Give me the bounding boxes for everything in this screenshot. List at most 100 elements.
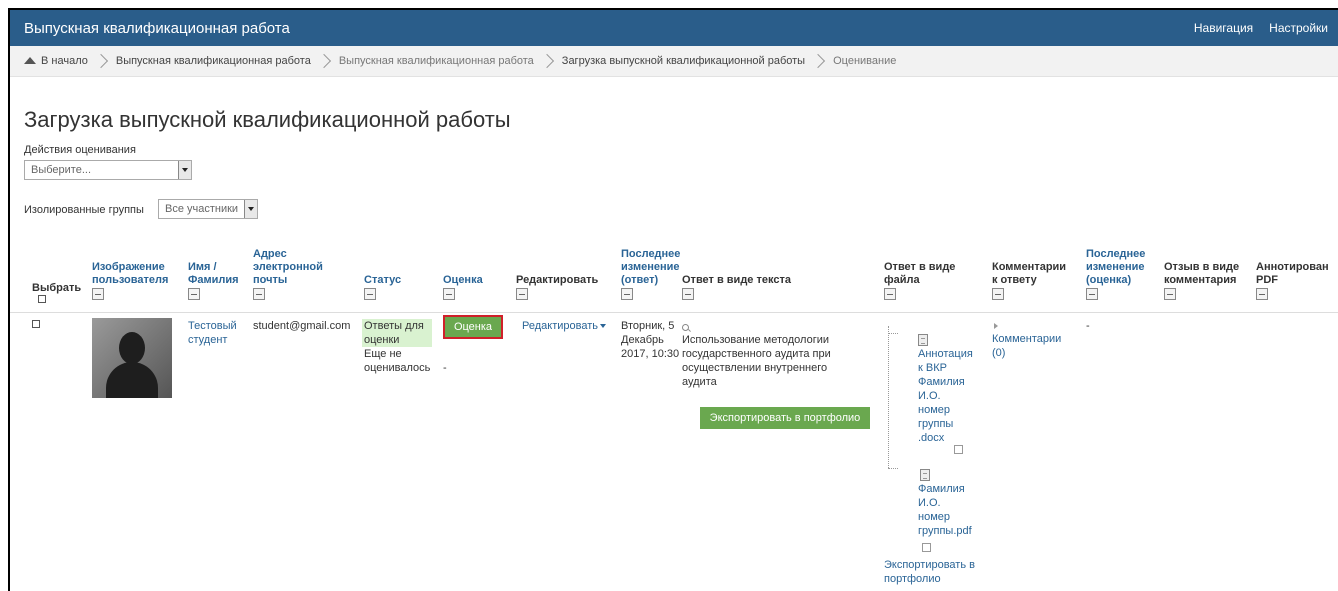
col-user-image-l2: пользователя xyxy=(92,274,169,286)
col-email-l1: Адрес xyxy=(253,248,287,260)
portfolio-export-icon[interactable] xyxy=(922,543,931,552)
file1-l1: Аннотация xyxy=(918,348,973,360)
avatar-body xyxy=(106,362,158,398)
collapse-column-icon[interactable] xyxy=(1086,288,1098,300)
col-user-image[interactable]: Изображение пользователя xyxy=(92,261,168,287)
top-bar: Выпускная квалификационная работа Навига… xyxy=(10,10,1338,46)
site-title[interactable]: Выпускная квалификационная работа xyxy=(24,20,290,37)
submission-modified-date: Вторник, 5 Декабрь 2017, 10:30 xyxy=(621,319,679,361)
file-link-docx[interactable]: Аннотация к ВКР Фамилия И.О. номер групп… xyxy=(918,347,973,445)
status-l1: Ответы для xyxy=(364,320,424,332)
col-online-text: Ответ в виде текста xyxy=(682,274,791,286)
chevron-down-icon xyxy=(600,324,606,329)
export-text-portfolio-button[interactable]: Экспортировать в портфолио xyxy=(700,407,870,429)
collapse-column-icon[interactable] xyxy=(1256,288,1268,300)
portfolio-export-icon[interactable] xyxy=(954,445,963,454)
collapse-column-icon[interactable] xyxy=(364,288,376,300)
file2-l3: номер xyxy=(918,511,950,523)
col-grade-mod-l2: изменение xyxy=(1086,261,1145,273)
dropdown-arrow-icon xyxy=(244,200,257,218)
groups-select[interactable]: Все участники xyxy=(158,199,258,219)
file1-l5: номер xyxy=(918,404,950,416)
row-select-checkbox[interactable] xyxy=(32,320,40,328)
text-l2: государственного аудита при xyxy=(682,348,831,360)
col-name[interactable]: Имя / Фамилия xyxy=(188,261,239,287)
student-email: student@gmail.com xyxy=(253,320,351,332)
col-select: Выбрать xyxy=(32,282,82,294)
col-file-l1: Ответ в виде xyxy=(884,261,956,273)
collapse-column-icon[interactable] xyxy=(992,288,1004,300)
collapse-column-icon[interactable] xyxy=(1164,288,1176,300)
grading-actions-label: Действия оценивания xyxy=(24,144,136,156)
collapse-column-icon[interactable] xyxy=(188,288,200,300)
file-tree-line xyxy=(888,326,890,468)
collapse-column-icon[interactable] xyxy=(516,288,528,300)
col-grade-mod-l1: Последнее xyxy=(1086,248,1146,260)
col-comments-l1: Комментарии xyxy=(992,261,1067,273)
col-modified-l1: Последнее xyxy=(621,248,681,260)
col-comments-l2: к ответу xyxy=(992,274,1037,286)
file1-l4: И.О. xyxy=(918,390,941,402)
chevron-right-icon xyxy=(316,53,331,69)
avatar[interactable] xyxy=(92,318,172,398)
collapse-column-icon[interactable] xyxy=(682,288,694,300)
col-annot-l2: PDF xyxy=(1256,274,1278,286)
col-annotated-pdf: Аннотирован PDF xyxy=(1256,261,1329,287)
status-submitted: Ответы для оценки xyxy=(362,319,433,347)
col-last-modified-submission[interactable]: Последнее изменение (ответ) xyxy=(621,248,680,287)
search-icon[interactable] xyxy=(682,324,689,331)
col-email-l3: почты xyxy=(253,274,288,286)
submission-comments-link[interactable]: Комментарии (0) xyxy=(992,332,1061,360)
dropdown-arrow-icon xyxy=(178,161,191,179)
col-last-modified-grade[interactable]: Последнее изменение (оценка) xyxy=(1086,248,1145,287)
expand-arrow-icon[interactable] xyxy=(994,323,998,329)
chevron-right-icon xyxy=(93,53,108,69)
col-name-l2: Фамилия xyxy=(188,274,239,286)
breadcrumb-home[interactable]: В начало xyxy=(41,55,88,67)
grade-modified-value: - xyxy=(1086,320,1090,332)
export-files-l2: портфолио xyxy=(884,573,941,585)
file-link-pdf[interactable]: Фамилия И.О. номер группы.pdf xyxy=(918,482,972,538)
breadcrumb-assignment[interactable]: Загрузка выпускной квалификационной рабо… xyxy=(562,55,805,67)
col-status[interactable]: Статус xyxy=(364,274,401,287)
file1-l7: .docx xyxy=(918,432,945,444)
breadcrumb-course[interactable]: Выпускная квалификационная работа xyxy=(116,55,311,67)
edit-menu[interactable]: Редактировать xyxy=(522,319,606,333)
status-l2: оценки xyxy=(364,334,400,346)
file2-l1: Фамилия xyxy=(918,483,965,495)
text-l1: Использование методологии xyxy=(682,334,830,346)
collapse-column-icon[interactable] xyxy=(253,288,265,300)
col-annot-l1: Аннотирован xyxy=(1256,261,1329,273)
app-frame: Выпускная квалификационная работа Навига… xyxy=(8,8,1338,591)
collapse-column-icon[interactable] xyxy=(92,288,104,300)
col-modified-l2: изменение xyxy=(621,261,680,273)
breadcrumb-section[interactable]: Выпускная квалификационная работа xyxy=(339,55,534,67)
grading-actions-select[interactable]: Выберите... xyxy=(24,160,192,180)
export-files-portfolio-link[interactable]: Экспортировать в портфолио xyxy=(884,558,975,586)
grade-button[interactable]: Оценка xyxy=(443,315,503,339)
settings-menu[interactable]: Настройки xyxy=(1269,21,1328,35)
student-name-link[interactable]: Тестовый студент xyxy=(188,319,237,347)
col-grade[interactable]: Оценка xyxy=(443,274,483,287)
chevron-right-icon xyxy=(811,53,826,69)
home-icon xyxy=(24,56,36,64)
col-file-l2: файла xyxy=(884,274,920,286)
top-menu: Навигация Настройки xyxy=(1194,21,1328,35)
collapse-column-icon[interactable] xyxy=(884,288,896,300)
comments-l2: (0) xyxy=(992,347,1006,359)
page-title: Загрузка выпускной квалификационной рабо… xyxy=(24,107,511,132)
modified-l3: 2017, 10:30 xyxy=(621,348,680,360)
collapse-column-icon[interactable] xyxy=(443,288,455,300)
export-files-l1: Экспортировать в xyxy=(884,559,975,571)
col-feedback-comments: Отзыв в виде комментария xyxy=(1164,261,1239,287)
col-submission-comments: Комментарии к ответу xyxy=(992,261,1066,287)
file-tree-branch xyxy=(888,333,898,334)
navigation-menu[interactable]: Навигация xyxy=(1194,21,1253,35)
groups-select-value: Все участники xyxy=(165,203,239,215)
comments-l1: Комментарии xyxy=(992,333,1062,345)
status-l3: Еще не xyxy=(364,348,402,360)
avatar-head xyxy=(119,332,145,364)
col-email[interactable]: Адрес электронной почты xyxy=(253,248,323,287)
collapse-column-icon[interactable] xyxy=(621,288,633,300)
select-all-checkbox[interactable] xyxy=(38,295,46,303)
